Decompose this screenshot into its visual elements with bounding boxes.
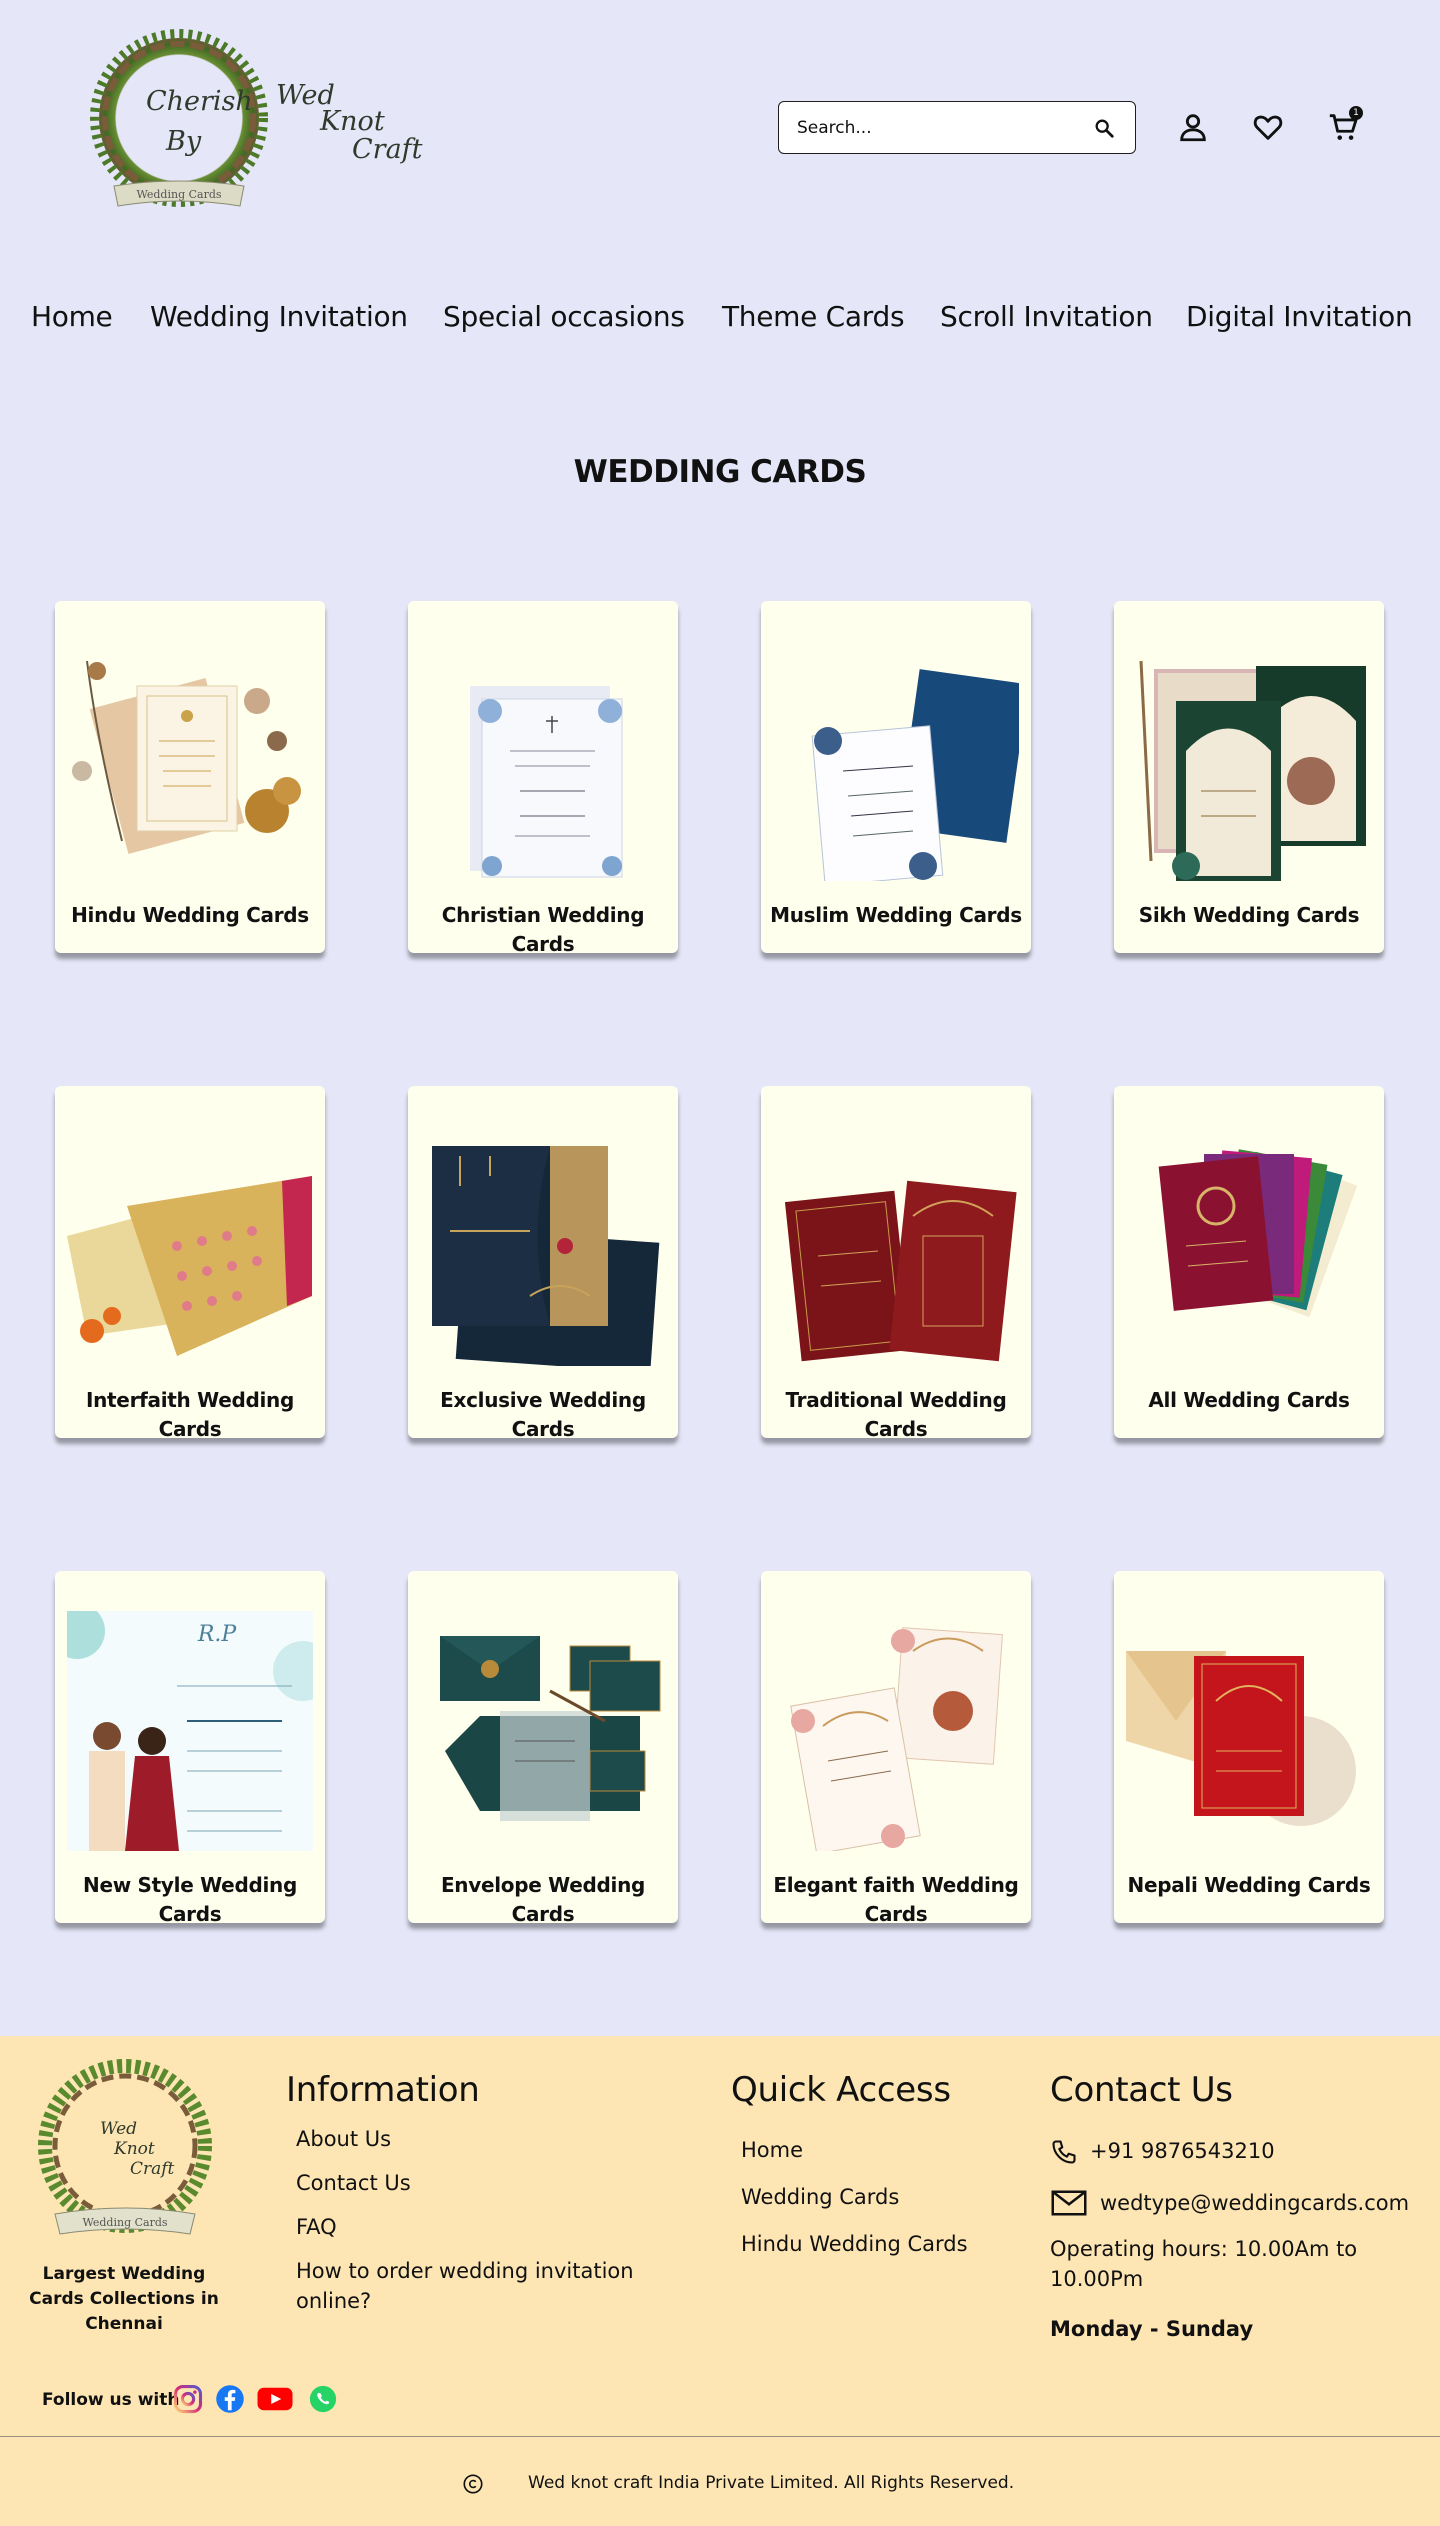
nav-item-wedding-invitation[interactable]: Wedding Invitation (150, 300, 408, 333)
operating-hours: Operating hours: 10.00Am to 10.00Pm (1050, 2237, 1358, 2291)
hindu-card-image (72, 660, 301, 854)
category-card-hindu[interactable]: Hindu Wedding Cards (55, 601, 325, 953)
logo-word-knot: Knot (320, 106, 385, 137)
user-account-icon[interactable] (1176, 110, 1210, 144)
interfaith-card-image (67, 1176, 312, 1356)
copyright-text: Wed knot craft India Private Limited. Al… (528, 2473, 1015, 2493)
svg-text:Wedding Cards: Wedding Cards (136, 188, 221, 201)
footer-tagline: Largest Wedding Cards Collections in Che… (29, 2264, 219, 2334)
category-card-all[interactable]: All Wedding Cards (1114, 1086, 1384, 1438)
contact-phone[interactable]: +91 9876543210 (1090, 2136, 1275, 2166)
card-label: Hindu Wedding Cards (71, 903, 309, 927)
svg-text:Wedding Cards: Wedding Cards (82, 2216, 167, 2229)
category-card-christian[interactable]: Christian Wedding Cards (408, 601, 678, 956)
search-icon[interactable] (1093, 117, 1115, 139)
nepali-card-image (1126, 1651, 1356, 1826)
main-nav: Home Wedding Invitation Special occasion… (0, 300, 1440, 350)
category-card-elegant-faith[interactable]: Elegant faith Wedding Cards (761, 1571, 1031, 1926)
footer-link-wedding-cards[interactable]: Wedding Cards (741, 2182, 899, 2212)
card-label: Nepali Wedding Cards (1127, 1873, 1371, 1897)
exclusive-card-image (432, 1146, 660, 1366)
information-heading: Information (286, 2070, 480, 2110)
category-card-nepali[interactable]: Nepali Wedding Cards (1114, 1571, 1384, 1923)
category-card-exclusive[interactable]: Exclusive Wedding Cards (408, 1086, 678, 1441)
wishlist-heart-icon[interactable] (1251, 110, 1285, 144)
operating-days: Monday - Sunday (1050, 2317, 1254, 2341)
card-label: All Wedding Cards (1148, 1388, 1350, 1412)
search-box (778, 101, 1136, 154)
nav-item-home[interactable]: Home (31, 300, 113, 333)
category-card-envelope[interactable]: Envelope Wedding Cards (408, 1571, 678, 1926)
footer-link-hindu-wedding-cards[interactable]: Hindu Wedding Cards (741, 2229, 968, 2259)
search-input[interactable] (797, 114, 1077, 142)
card-label: Envelope Wedding Cards (440, 1873, 646, 1926)
elegant-faith-card-image (790, 1627, 1003, 1851)
card-label: Muslim Wedding Cards (770, 903, 1022, 927)
envelope-card-image (440, 1636, 661, 1821)
phone-icon (1052, 2140, 1076, 2164)
category-card-interfaith[interactable]: Interfaith Wedding Cards (55, 1086, 325, 1441)
cart-button[interactable]: 1 (1327, 106, 1363, 144)
category-card-traditional[interactable]: Traditional Wedding Cards (761, 1086, 1031, 1441)
svg-text:Knot: Knot (113, 2139, 155, 2159)
facebook-icon[interactable] (215, 2384, 245, 2414)
wreath-logo-image: Wedding Cards (90, 29, 268, 207)
site-logo[interactable]: Wedding Cards Cherish By Wed Knot Craft (84, 26, 423, 222)
card-label: Traditional Wedding Cards (785, 1388, 1007, 1441)
site-header: Wedding Cards Cherish By Wed Knot Craft … (0, 0, 1440, 260)
page-title: WEDDING CARDS (573, 454, 867, 490)
nav-item-special-occasions[interactable]: Special occasions (443, 300, 685, 333)
follow-us-label: Follow us with (42, 2390, 180, 2410)
category-card-muslim[interactable]: Muslim Wedding Cards (761, 601, 1031, 953)
category-card-sikh[interactable]: Sikh Wedding Cards (1114, 601, 1384, 953)
instagram-icon[interactable] (173, 2384, 203, 2414)
logo-word-craft: Craft (352, 134, 423, 165)
contact-email[interactable]: wedtype@weddingcards.com (1100, 2188, 1409, 2218)
footer-divider (0, 2436, 1440, 2437)
site-footer: Wed Knot Craft Wedding Cards Largest Wed… (0, 2036, 1440, 2526)
footer-link-contact-us[interactable]: Contact Us (296, 2168, 411, 2198)
footer-link-how-to-order[interactable]: How to order wedding invitation online? (296, 2256, 676, 2316)
footer-wreath-logo[interactable]: Wed Knot Craft Wedding Cards (30, 2054, 220, 2244)
youtube-icon[interactable] (256, 2384, 294, 2414)
new-style-card-image: R.P (67, 1611, 313, 1851)
footer-link-faq[interactable]: FAQ (296, 2212, 337, 2242)
card-label: Elegant faith Wedding Cards (773, 1873, 1019, 1926)
all-cards-fan-image (1158, 1149, 1358, 1318)
cart-count-badge: 1 (1349, 106, 1363, 120)
quick-access-heading: Quick Access (731, 2070, 951, 2110)
logo-word-by: By (166, 126, 202, 157)
sikh-card-image (1139, 660, 1366, 881)
nav-item-digital-invitation[interactable]: Digital Invitation (1186, 300, 1413, 333)
traditional-card-image (784, 1180, 1017, 1362)
svg-text:Craft: Craft (130, 2159, 175, 2179)
svg-text:Wed: Wed (100, 2119, 137, 2139)
email-icon (1051, 2190, 1087, 2216)
card-label: New Style Wedding Cards (83, 1873, 297, 1926)
card-label: Interfaith Wedding Cards (85, 1388, 295, 1441)
svg-text:R.P: R.P (197, 1622, 238, 1647)
category-card-new-style[interactable]: R.P New Style Wedding Cards (55, 1571, 325, 1926)
card-label: Christian Wedding Cards (441, 903, 645, 956)
copyright-icon (463, 2474, 483, 2494)
footer-link-about-us[interactable]: About Us (296, 2124, 391, 2154)
nav-item-scroll-invitation[interactable]: Scroll Invitation (940, 300, 1153, 333)
logo-word-cherish: Cherish (146, 86, 253, 117)
muslim-card-image (811, 669, 1019, 881)
footer-link-home[interactable]: Home (741, 2135, 803, 2165)
card-label: Exclusive Wedding Cards (440, 1388, 646, 1441)
christian-card-image (470, 686, 623, 878)
contact-heading: Contact Us (1050, 2070, 1233, 2110)
card-label: Sikh Wedding Cards (1138, 903, 1360, 927)
nav-item-theme-cards[interactable]: Theme Cards (722, 300, 905, 333)
whatsapp-icon[interactable] (308, 2384, 338, 2414)
